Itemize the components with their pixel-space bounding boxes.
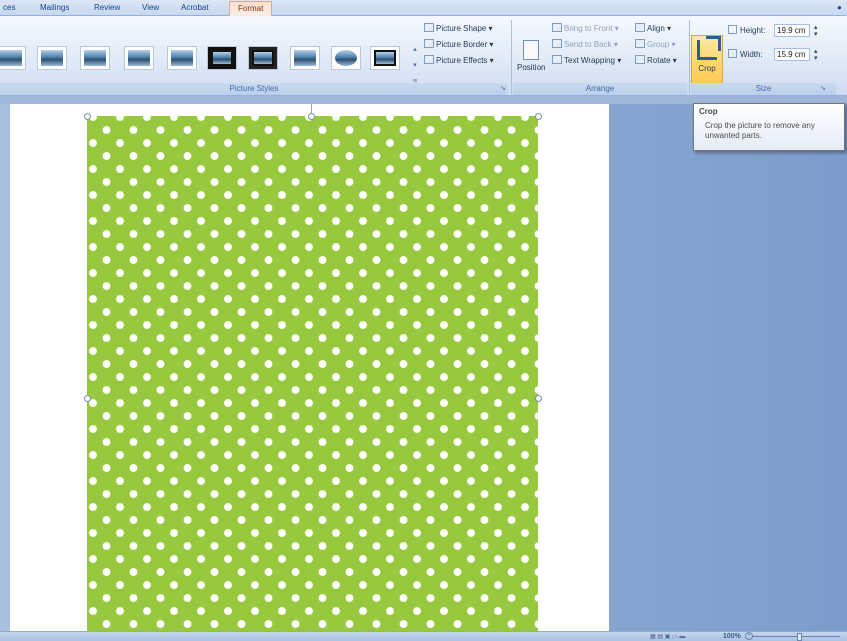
picture-style-thumbnail[interactable] <box>37 46 67 70</box>
height-icon <box>728 25 737 34</box>
help-icon[interactable]: ● <box>837 3 845 12</box>
text-wrapping-button[interactable]: Text Wrapping ▾ <box>552 54 621 67</box>
view-buttons[interactable]: ▦ ▤ ▣ ▭ ▬ <box>650 633 685 641</box>
picture-style-thumbnail[interactable] <box>124 46 154 70</box>
bring-to-front-button[interactable]: Bring to Front ▾ <box>552 22 619 35</box>
resize-handle-top-left[interactable] <box>84 113 91 120</box>
group-button[interactable]: Group ▾ <box>635 38 675 51</box>
resize-handle-right[interactable] <box>535 395 542 402</box>
height-spinner-icon[interactable]: ▴ ▾ <box>814 24 822 38</box>
picture-style-thumbnail[interactable] <box>248 46 278 70</box>
zoom-slider-track[interactable] <box>752 636 840 637</box>
resize-handle-top-right[interactable] <box>535 113 542 120</box>
align-icon <box>635 23 645 32</box>
picture-style-thumbnail[interactable] <box>290 46 320 70</box>
align-button[interactable]: Align ▾ <box>635 22 671 35</box>
picture-border-button[interactable]: Picture Border ▾ <box>424 38 493 51</box>
height-row: Height: ▴▾ <box>728 24 818 38</box>
rotate-icon <box>635 55 645 64</box>
position-button[interactable]: Position <box>517 38 545 86</box>
tab-mailings[interactable]: Mailings <box>40 3 69 16</box>
picture-style-thumbnail[interactable] <box>370 46 400 70</box>
picture-style-thumbnail[interactable] <box>80 46 110 70</box>
ribbon-tab-bar: ces Mailings Review View Acrobat Format … <box>0 0 847 17</box>
text-wrapping-icon <box>552 55 562 64</box>
picture-style-thumbnail[interactable] <box>331 46 361 70</box>
height-input[interactable] <box>774 24 810 37</box>
width-spinner-icon[interactable]: ▴ ▾ <box>814 48 822 62</box>
tab-view[interactable]: View <box>142 3 159 16</box>
size-group-label: Size <box>691 83 836 95</box>
width-row: Width: ▴▾ <box>728 48 818 62</box>
picture-styles-group-label: Picture Styles <box>0 83 508 95</box>
resize-handle-top[interactable] <box>308 113 315 120</box>
gallery-up-icon[interactable]: ▴ <box>410 42 420 58</box>
zoom-slider-thumb[interactable] <box>797 633 802 641</box>
tab-format[interactable]: Format <box>229 1 273 17</box>
picture-style-thumbnail[interactable] <box>167 46 197 70</box>
group-icon <box>635 39 645 48</box>
crop-icon <box>697 36 721 60</box>
polka-dot-picture[interactable] <box>87 116 538 631</box>
gallery-down-icon[interactable]: ▾ <box>410 58 420 74</box>
picture-style-thumbnail[interactable] <box>0 46 26 70</box>
picture-effects-button[interactable]: Picture Effects ▾ <box>424 54 494 67</box>
tab-review[interactable]: Review <box>94 3 120 16</box>
send-to-back-icon <box>552 39 562 48</box>
ribbon: ▴ ▾ ≡ Picture Shape ▾ Picture Border ▾ P… <box>0 16 847 96</box>
picture-border-icon <box>424 39 434 48</box>
send-to-back-button[interactable]: Send to Back ▾ <box>552 38 618 51</box>
tab-references[interactable]: ces <box>3 3 15 16</box>
rotate-button[interactable]: Rotate ▾ <box>635 54 677 67</box>
picture-shape-icon <box>424 23 434 32</box>
tab-acrobat[interactable]: Acrobat <box>181 3 209 16</box>
tooltip-title: Crop <box>699 107 718 116</box>
bring-to-front-icon <box>552 23 562 32</box>
resize-handle-left[interactable] <box>84 395 91 402</box>
picture-effects-icon <box>424 55 434 64</box>
size-launcher-icon[interactable]: ↘ <box>820 85 828 93</box>
width-icon <box>728 49 737 58</box>
picture-styles-launcher-icon[interactable]: ↘ <box>500 85 508 93</box>
group-separator <box>689 20 690 94</box>
crop-tooltip: Crop Crop the picture to remove any unwa… <box>693 103 845 151</box>
status-bar: ▦ ▤ ▣ ▭ ▬ 100% − <box>0 631 847 641</box>
picture-shape-button[interactable]: Picture Shape ▾ <box>424 22 493 35</box>
tooltip-body: Crop the picture to remove any unwanted … <box>705 121 815 140</box>
width-input[interactable] <box>774 48 810 61</box>
picture-style-thumbnail[interactable] <box>207 46 237 70</box>
zoom-level[interactable]: 100% <box>723 632 741 641</box>
group-separator <box>511 20 512 94</box>
position-icon <box>523 40 539 60</box>
arrange-group-label: Arrange <box>513 83 687 95</box>
